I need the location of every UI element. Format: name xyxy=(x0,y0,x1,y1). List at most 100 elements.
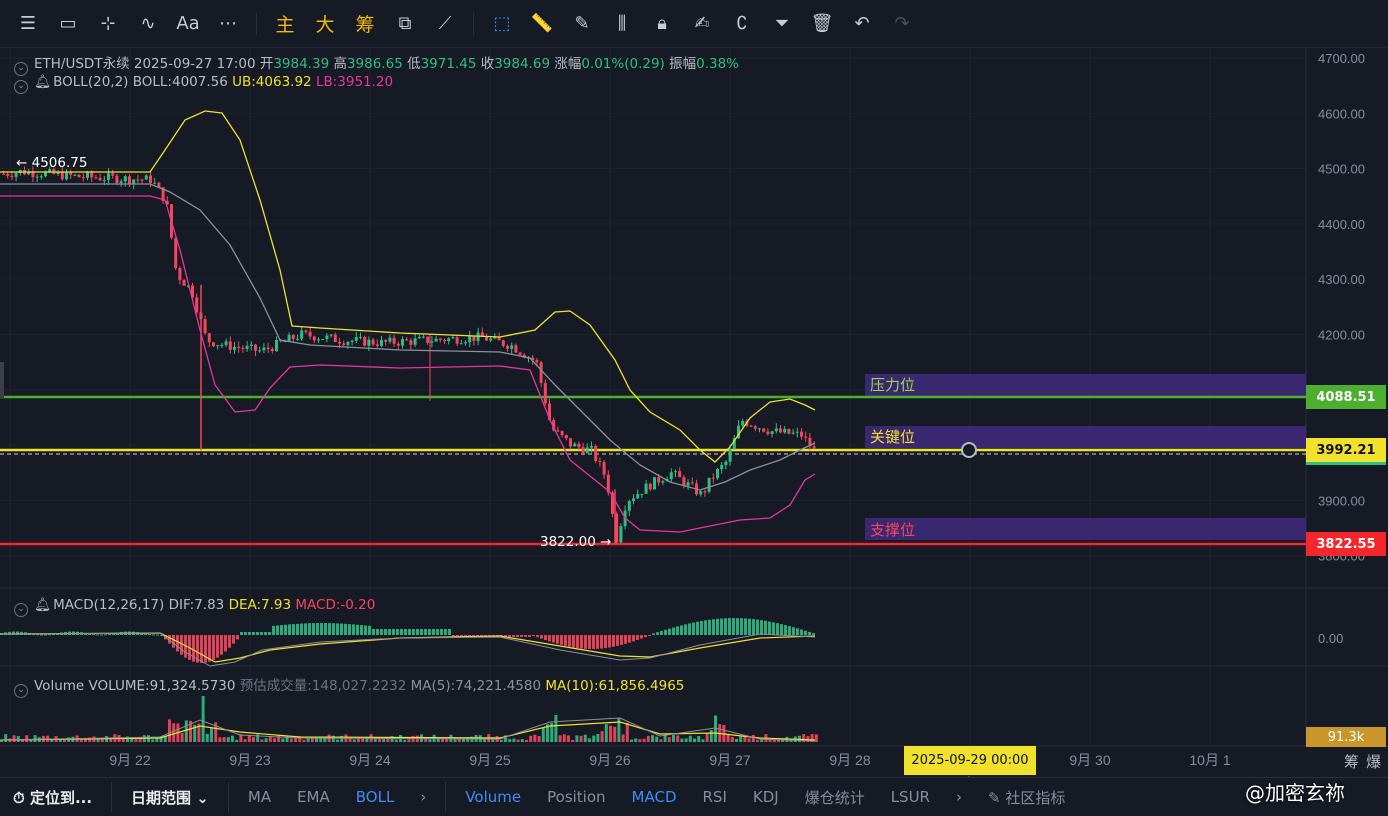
candle-body xyxy=(581,447,585,454)
menu-icon[interactable]: ☰ xyxy=(8,4,48,44)
macd-bar xyxy=(668,628,671,635)
select-tool-icon[interactable]: ⬚ xyxy=(482,4,522,44)
indicator-kdj[interactable]: KDJ xyxy=(740,788,792,806)
candle-body xyxy=(795,431,799,433)
indicator-macd[interactable]: MACD xyxy=(619,788,690,806)
locate-button[interactable]: ⏱ 定位到... xyxy=(0,787,105,808)
collapse-icon[interactable]: ⌄ xyxy=(14,603,28,617)
candle-body xyxy=(254,344,257,351)
macd-bar xyxy=(424,629,427,635)
macd-bar xyxy=(212,635,215,660)
ruler-icon[interactable]: 📏 xyxy=(522,4,562,44)
macd-bar xyxy=(284,624,287,635)
candle-body xyxy=(363,336,367,346)
candle-body xyxy=(14,172,18,177)
candle-body xyxy=(518,352,522,355)
indicator-rsi[interactable]: RSI xyxy=(690,788,740,806)
trendline-icon[interactable]: ⟋ xyxy=(425,4,465,44)
volume-bar xyxy=(453,739,457,742)
price-axis-label: 4200.00 xyxy=(1318,328,1365,343)
chart-area[interactable]: 4700.00 4600.00 4500.00 4400.00 4300.00 4200.… xyxy=(0,48,1388,777)
candle-body xyxy=(375,344,379,346)
macd-bar xyxy=(232,635,235,644)
indicator-lsur[interactable]: LSUR xyxy=(878,788,943,806)
note-icon[interactable]: ✍ xyxy=(682,4,722,44)
crosshair-icon[interactable]: ⊹ xyxy=(88,4,128,44)
open-value: 3984.39 xyxy=(273,56,330,72)
volume-bar xyxy=(394,739,398,742)
trash-icon[interactable]: 🗑︎ xyxy=(802,4,842,44)
volume-bar xyxy=(508,738,512,742)
indicator-boll[interactable]: BOLL xyxy=(343,788,408,806)
more-icon[interactable]: ⋯ xyxy=(208,4,248,44)
chip-button[interactable]: 筹 xyxy=(345,4,385,44)
date-range-button[interactable]: 日期范围 ⌄ xyxy=(118,787,222,808)
candle-body xyxy=(249,344,253,346)
indicator-ma[interactable]: MA xyxy=(235,788,284,806)
candle-body xyxy=(245,345,249,349)
macd-bar xyxy=(596,635,599,649)
macd-bar xyxy=(612,635,615,647)
candles-icon[interactable]: ⫼ xyxy=(602,4,642,44)
key-price-tag: 3992.21 xyxy=(1306,438,1386,462)
indicator-volume[interactable]: Volume xyxy=(452,788,534,806)
big-button[interactable]: 大 xyxy=(305,4,345,44)
candle-body xyxy=(539,362,543,383)
community-indicators-button[interactable]: ✎ 社区指标 xyxy=(975,787,1078,808)
chevron-right-icon[interactable]: › xyxy=(407,788,439,806)
lock-icon[interactable]: 🔒︎ xyxy=(642,4,682,44)
filter-icon[interactable]: ⏷ xyxy=(762,4,802,44)
rectangle-icon[interactable]: ▭ xyxy=(48,4,88,44)
candle-body xyxy=(111,173,115,176)
indicator-icon[interactable]: ∿ xyxy=(128,4,168,44)
candle-body xyxy=(598,461,602,463)
macd-bar xyxy=(624,635,627,644)
volume-bar xyxy=(4,734,8,742)
indicator-position[interactable]: Position xyxy=(534,788,618,806)
redo-icon[interactable]: ↷ xyxy=(882,4,922,44)
candle-body xyxy=(787,428,791,434)
candle-body xyxy=(94,177,98,179)
main-button[interactable]: 主 xyxy=(265,4,305,44)
collapse-icon[interactable]: ⌄ xyxy=(14,684,28,698)
candle-body xyxy=(409,340,413,345)
macd-bar xyxy=(684,624,687,635)
edit-icon: ✎ xyxy=(987,788,1001,807)
indicator-ema[interactable]: EMA xyxy=(284,788,343,806)
volume-bar xyxy=(588,738,591,742)
divider xyxy=(111,782,113,812)
magnet-icon[interactable]: ∁ xyxy=(722,4,762,44)
font-icon[interactable]: Aa xyxy=(168,4,208,44)
candle-body xyxy=(312,336,316,341)
macd-bar xyxy=(780,624,783,635)
macd-bar xyxy=(228,635,231,648)
indicator-liquidation[interactable]: 爆仓统计 xyxy=(792,787,878,808)
chevron-right-icon[interactable]: › xyxy=(943,788,975,806)
snapshot-icon[interactable]: ⧉ xyxy=(385,4,425,44)
bell-icon[interactable]: 🔔︎ xyxy=(34,74,51,90)
candle-body xyxy=(296,338,299,340)
resistance-label: 压力位 xyxy=(870,376,916,394)
left-edge-handle xyxy=(0,362,4,398)
volume-tag: 91.3k xyxy=(1306,727,1386,747)
bell-icon[interactable]: 🔔︎ xyxy=(34,597,51,613)
candle-body xyxy=(388,337,392,342)
volume-bar xyxy=(520,739,524,742)
volume-bar xyxy=(231,735,234,742)
volume-bar xyxy=(541,727,545,742)
candle-body xyxy=(573,443,577,447)
candle-body xyxy=(459,343,463,345)
volume-bar xyxy=(289,738,293,742)
key-zone xyxy=(865,426,1306,448)
candle-body xyxy=(237,346,241,348)
candle-body xyxy=(434,338,438,342)
brush-icon[interactable]: ✎ xyxy=(562,4,602,44)
candle-body xyxy=(468,336,472,343)
macd-bar xyxy=(216,635,219,658)
macd-bar xyxy=(512,635,515,637)
volume-bar xyxy=(218,737,222,742)
volume-bar xyxy=(592,735,596,742)
undo-icon[interactable]: ↶ xyxy=(842,4,882,44)
collapse-icon[interactable]: ⌄ xyxy=(14,80,28,94)
candle-body xyxy=(653,477,656,490)
